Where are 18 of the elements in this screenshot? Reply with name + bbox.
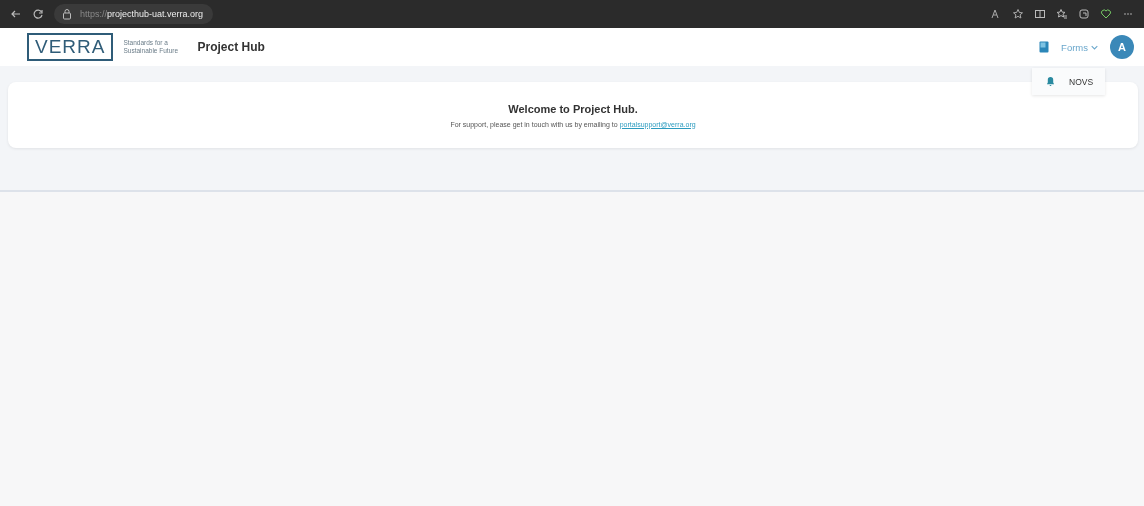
menu-item[interactable]: NOVS <box>1032 68 1105 95</box>
refresh-icon[interactable] <box>32 8 44 20</box>
back-icon[interactable] <box>10 8 22 20</box>
star-icon[interactable] <box>1012 8 1024 20</box>
logo[interactable]: VERRA <box>27 33 114 61</box>
app-title: Project Hub <box>197 40 265 54</box>
user-avatar[interactable]: A <box>1110 35 1134 59</box>
book-icon[interactable] <box>1039 41 1050 53</box>
favorites-icon[interactable] <box>1056 8 1068 20</box>
url-text: https://projecthub-uat.verra.org <box>80 9 204 19</box>
address-bar[interactable]: https://projecthub-uat.verra.org <box>54 4 214 24</box>
collections-icon[interactable] <box>1078 8 1090 20</box>
lock-icon <box>62 8 72 20</box>
bell-icon <box>1046 76 1055 87</box>
heart-icon[interactable] <box>1100 8 1112 20</box>
welcome-title: Welcome to Project Hub. <box>508 102 638 115</box>
split-screen-icon[interactable] <box>1034 8 1046 20</box>
chevron-icon <box>1091 44 1098 50</box>
